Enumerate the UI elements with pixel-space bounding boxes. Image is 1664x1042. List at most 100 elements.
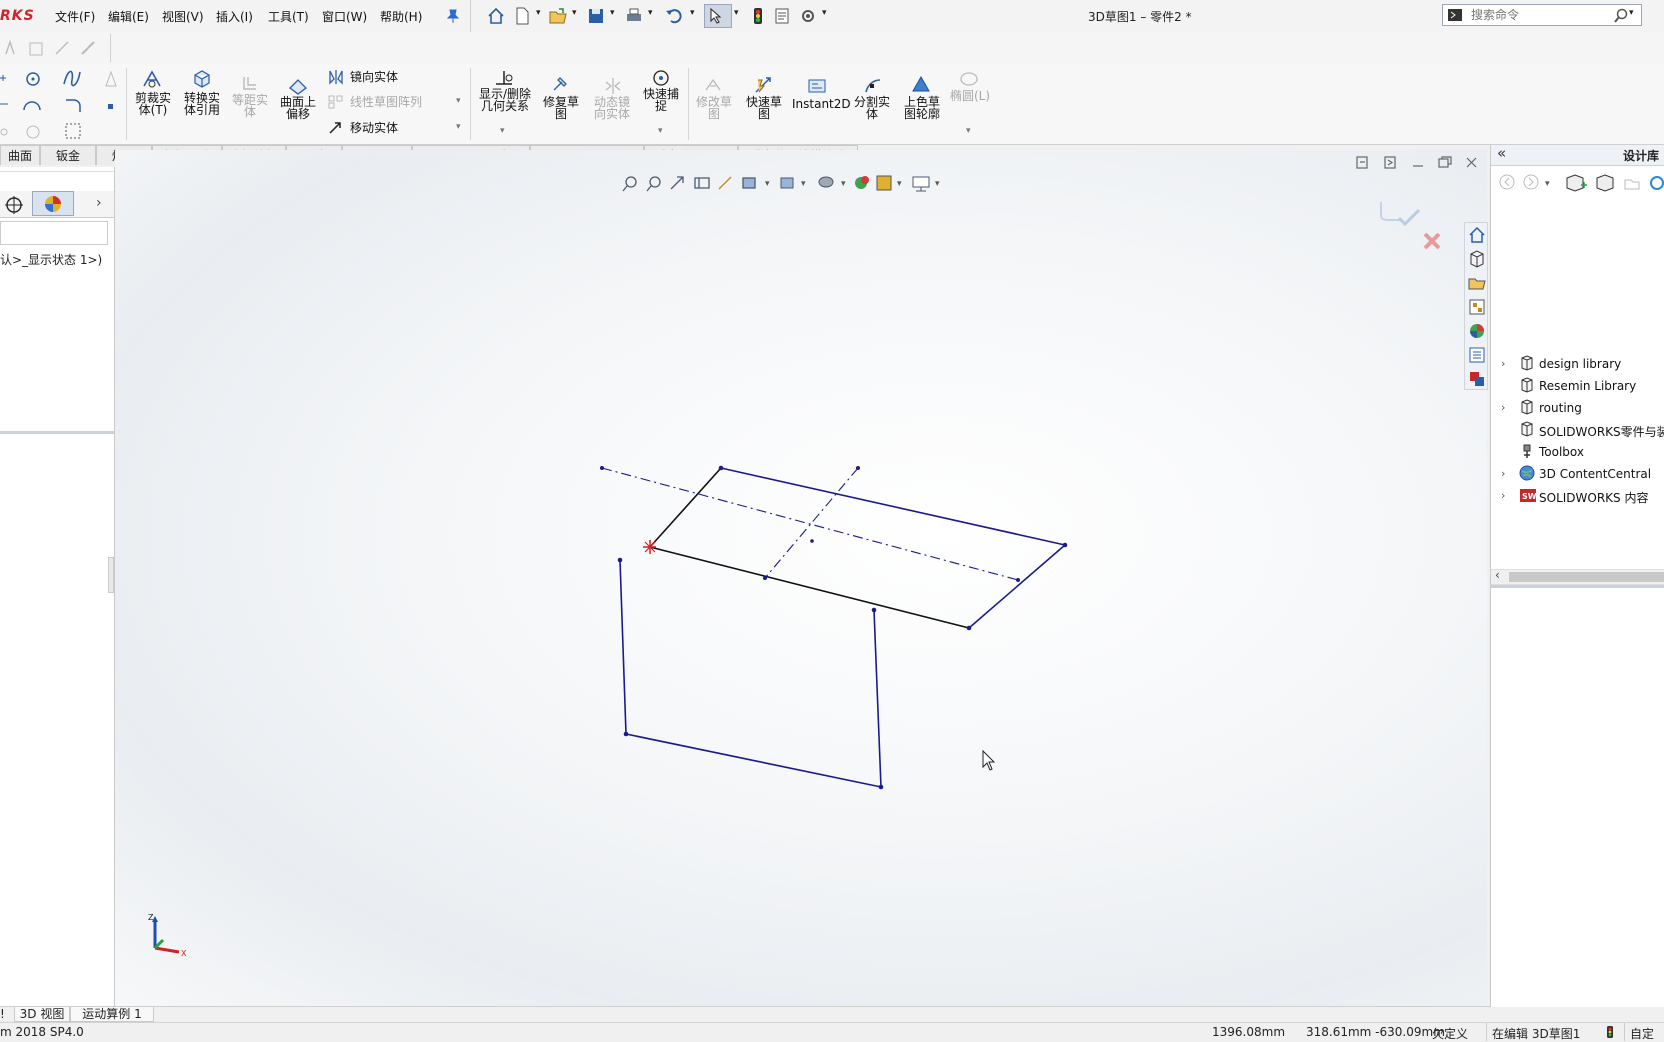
view-palette-icon[interactable] — [1467, 297, 1487, 317]
pane-splitter[interactable] — [1491, 585, 1664, 588]
chevron-down-icon[interactable]: ▾ — [456, 96, 461, 106]
menu-help[interactable]: 帮助(H) — [380, 8, 422, 25]
sketch-line[interactable] — [968, 544, 1066, 629]
centerline[interactable] — [601, 467, 1019, 581]
library-item-resemin-library[interactable]: Resemin Library — [1539, 379, 1636, 393]
filter-box[interactable] — [0, 221, 108, 245]
sketch-quick-tools[interactable] — [2, 38, 102, 58]
open-folder-icon[interactable] — [548, 6, 568, 26]
design-library-toolbar[interactable]: ▾ — [1497, 173, 1664, 193]
print-icon[interactable] — [624, 6, 644, 26]
display-delete-relations-button[interactable]: 显示/删除 几何关系 — [476, 88, 534, 112]
search-input[interactable] — [1469, 7, 1613, 23]
solidworks-resources-icon[interactable] — [1467, 225, 1487, 245]
horizontal-scrollbar[interactable]: ‹ — [1491, 568, 1664, 585]
file-explorer-icon[interactable] — [1467, 273, 1487, 293]
tab-motion-study[interactable]: 运动算例 1 — [70, 1007, 154, 1022]
save-icon[interactable] — [586, 6, 606, 26]
menu-file[interactable]: 文件(F) — [55, 8, 95, 25]
chevron-down-icon[interactable]: ▾ — [1629, 8, 1634, 18]
new-document-icon[interactable] — [512, 6, 532, 26]
sketch-points[interactable] — [600, 465, 1068, 790]
display-manager-tab[interactable] — [32, 191, 74, 216]
tab-surfaces[interactable]: 曲面 — [0, 145, 40, 165]
scrollbar-thumb[interactable] — [1509, 572, 1664, 582]
sketch-entity-tools[interactable] — [0, 66, 125, 142]
panel-collapse-handle[interactable] — [108, 557, 114, 593]
library-item-design-library[interactable]: design library — [1539, 357, 1621, 371]
select-tool-button[interactable] — [704, 4, 732, 28]
sketch-line[interactable] — [720, 467, 1066, 546]
trim-entities-button[interactable]: 剪裁实 体(T) — [131, 92, 175, 116]
home-icon[interactable] — [486, 6, 506, 26]
units-custom[interactable]: 自定 — [1630, 1025, 1654, 1042]
shaded-sketch-contours-icon[interactable] — [910, 74, 932, 96]
offset-entities-button[interactable]: 等距实 体 — [228, 94, 272, 118]
linear-pattern-button[interactable]: 线性草图阵列 — [350, 96, 422, 108]
chevron-down-icon[interactable]: ▾ — [610, 8, 615, 18]
undo-icon[interactable] — [664, 6, 684, 26]
chevron-down-icon[interactable]: ▾ — [648, 8, 653, 18]
expand-arrow-icon[interactable]: › — [1501, 489, 1505, 502]
ellipse-button[interactable]: 椭圆(L) — [946, 90, 994, 102]
modify-sketch-button[interactable]: 修改草 图 — [692, 96, 736, 120]
rapid-sketch-icon[interactable] — [752, 74, 774, 96]
menu-tools[interactable]: 工具(T) — [268, 8, 309, 25]
offset-on-surface-button[interactable]: 曲面上 偏移 — [276, 96, 320, 120]
sketch-line[interactable] — [625, 733, 882, 788]
sketch-line[interactable] — [873, 609, 882, 788]
expand-arrow-icon[interactable]: › — [1501, 357, 1505, 370]
tab-3d-view[interactable]: 3D 视图 — [14, 1007, 70, 1022]
configuration-manager-icon[interactable] — [4, 195, 24, 215]
rapid-sketch-button[interactable]: 快速草 图 — [742, 96, 786, 120]
repair-sketch-button[interactable]: 修复草 图 — [540, 96, 582, 120]
design-library-icon[interactable] — [1467, 249, 1487, 269]
dynamic-mirror-button[interactable]: 动态镜 向实体 — [590, 96, 634, 120]
rebuild-status-icon[interactable] — [1604, 1025, 1616, 1039]
search-box[interactable]: ▾ — [1442, 4, 1642, 26]
instant2d-button[interactable]: Instant2D — [792, 98, 851, 110]
library-item-toolbox[interactable]: Toolbox — [1539, 445, 1584, 459]
sketch-canvas[interactable] — [115, 150, 1487, 1006]
bottom-rectangle[interactable] — [619, 559, 882, 788]
library-item-routing[interactable]: routing — [1539, 401, 1582, 415]
repair-sketch-icon[interactable] — [550, 74, 572, 94]
split-entities-icon[interactable] — [862, 76, 884, 96]
pin-icon[interactable] — [446, 8, 460, 24]
move-entities-icon[interactable] — [327, 118, 345, 136]
library-item-solidworks-parts[interactable]: SOLIDWORKS零件与装 — [1539, 423, 1664, 440]
appearances-icon[interactable] — [1467, 321, 1487, 341]
trim-entities-icon[interactable] — [141, 68, 163, 90]
chevron-down-icon[interactable]: ▾ — [572, 8, 577, 18]
sketch-line[interactable] — [619, 559, 627, 735]
move-entities-button[interactable]: 移动实体 — [350, 122, 398, 134]
gear-icon[interactable] — [798, 6, 818, 26]
menu-window[interactable]: 窗口(W) — [322, 8, 367, 25]
expand-arrow-icon[interactable]: › — [1501, 401, 1505, 414]
scroll-left-icon[interactable]: ‹ — [1495, 568, 1500, 582]
mirror-entities-icon[interactable] — [327, 68, 345, 86]
chevron-down-icon[interactable]: ▾ — [822, 8, 827, 18]
file-properties-icon[interactable] — [772, 6, 792, 26]
mirror-entities-button[interactable]: 镜向实体 — [350, 71, 398, 83]
offset-on-surface-icon[interactable] — [287, 76, 309, 96]
convert-entities-icon[interactable] — [191, 68, 213, 90]
custom-properties-icon[interactable] — [1467, 345, 1487, 365]
quick-snaps-button[interactable]: 快速捕 捉 — [640, 88, 682, 112]
collapse-pane-icon[interactable]: « — [1497, 144, 1506, 162]
expand-arrow-icon[interactable]: › — [1501, 467, 1505, 480]
rebuild-traffic-light-icon[interactable] — [748, 6, 768, 26]
search-icon[interactable] — [1613, 8, 1629, 24]
chevron-right-icon[interactable]: › — [96, 195, 102, 211]
menu-edit[interactable]: 编辑(E) — [108, 8, 149, 25]
solidworks-forum-icon[interactable] — [1467, 369, 1487, 389]
sketch-edge[interactable] — [649, 467, 722, 548]
tab-model[interactable]: ! — [0, 1007, 5, 1021]
shaded-sketch-contours-button[interactable]: 上色草 图轮廓 — [898, 96, 946, 120]
library-item-3d-contentcentral[interactable]: 3D ContentCentral — [1539, 467, 1651, 481]
chevron-down-icon[interactable]: ▾ — [500, 126, 505, 136]
tab-sheet-metal[interactable]: 钣金 — [40, 145, 96, 165]
quick-snaps-icon[interactable] — [650, 68, 672, 88]
display-delete-relations-icon[interactable] — [493, 68, 515, 88]
top-rectangle[interactable] — [601, 467, 1066, 629]
